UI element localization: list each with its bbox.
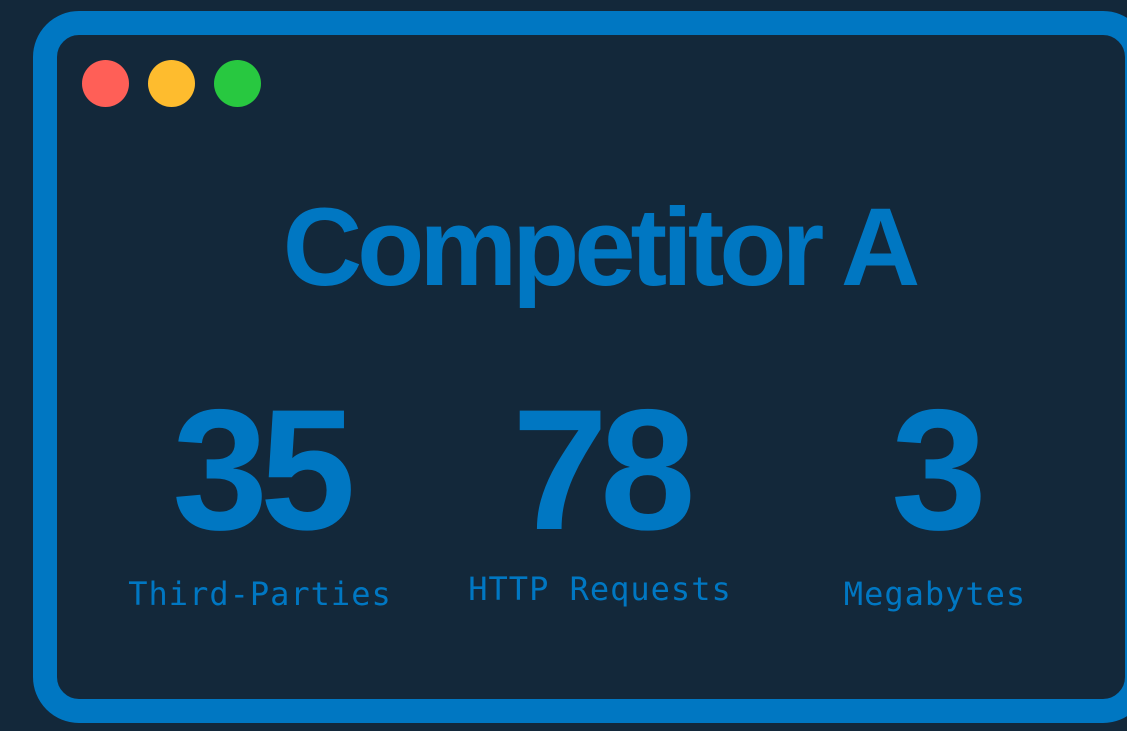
stat-value: 3 xyxy=(891,374,987,566)
stat-third-parties: 35 Third-Parties xyxy=(120,384,400,610)
stat-label: Third-Parties xyxy=(128,575,392,613)
stat-value: 78 xyxy=(512,374,695,566)
close-window-icon[interactable] xyxy=(82,60,129,107)
stat-http-requests: 78 HTTP Requests xyxy=(455,384,745,605)
card-title: Competitor A xyxy=(282,186,921,309)
stat-megabytes: 3 Megabytes xyxy=(820,384,1050,610)
maximize-window-icon[interactable] xyxy=(214,60,261,107)
minimize-window-icon[interactable] xyxy=(148,60,195,107)
window-controls xyxy=(82,60,261,107)
stat-label: Megabytes xyxy=(843,575,1027,613)
stat-value: 35 xyxy=(172,374,355,566)
stat-label: HTTP Requests xyxy=(468,570,732,608)
window-frame xyxy=(33,11,1127,723)
